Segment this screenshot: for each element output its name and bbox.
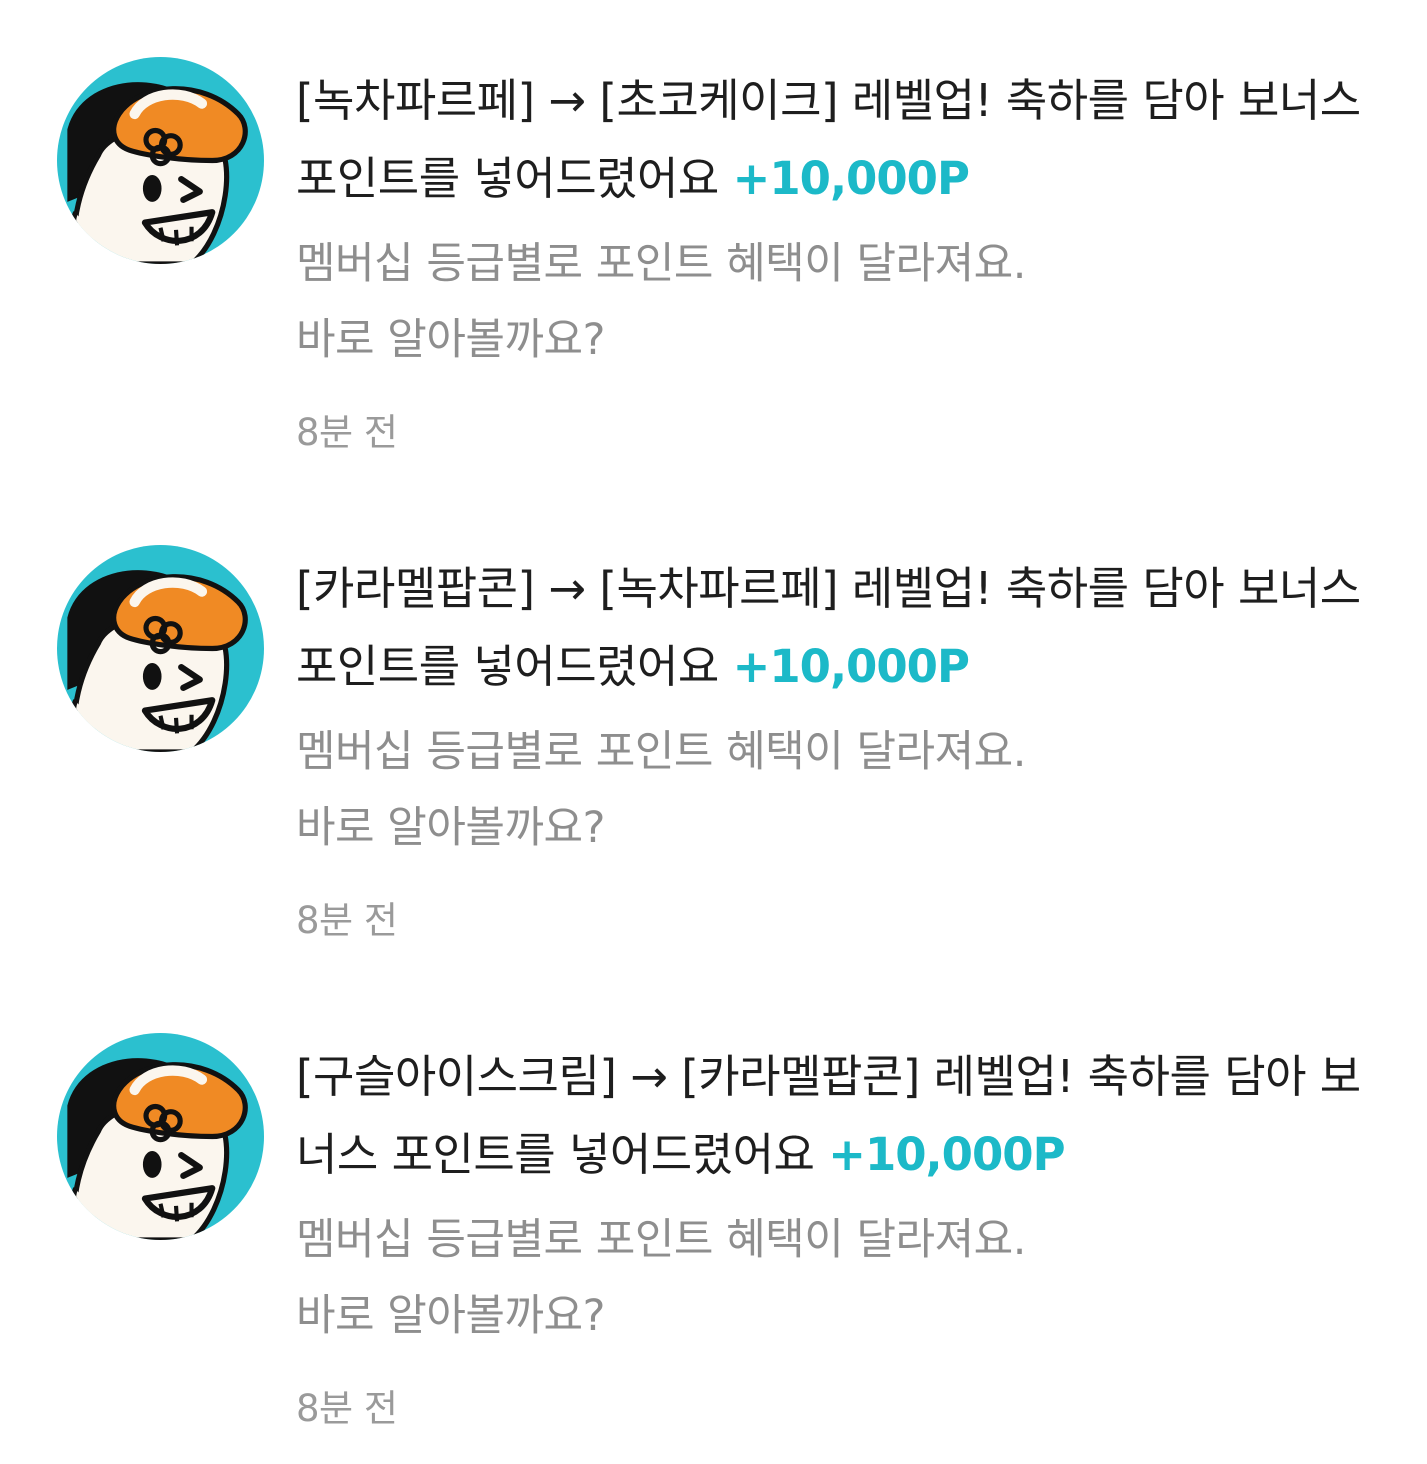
description-line-2: 바로 알아볼까요? — [296, 803, 605, 853]
notification-content: [녹차파르페] → [초코케이크] 레벨업! 축하를 담아 보너스 포인트를 넣… — [296, 62, 1376, 458]
notification-title: [카라멜팝콘] → [녹차파르페] 레벨업! 축하를 담아 보너스 포인트를 넣… — [296, 550, 1376, 706]
description-line-1: 멤버십 등급별로 포인트 혜택이 달라져요. — [296, 239, 1026, 289]
notification-time: 8분 전 — [296, 411, 398, 454]
mascot-avatar-icon — [57, 545, 264, 752]
notification-title: [구슬아이스크림] → [카라멜팝콘] 레벨업! 축하를 담아 보너스 포인트를… — [296, 1038, 1376, 1194]
description-line-1: 멤버십 등급별로 포인트 혜택이 달라져요. — [296, 727, 1026, 777]
notification-time: 8분 전 — [296, 899, 398, 942]
notification-description: 멤버십 등급별로 포인트 혜택이 달라져요. 바로 알아볼까요? — [296, 1202, 1376, 1354]
description-line-2: 바로 알아볼까요? — [296, 1291, 605, 1341]
bonus-points: +10,000P — [732, 152, 970, 205]
mascot-avatar-icon — [57, 57, 264, 264]
notification-content: [카라멜팝콘] → [녹차파르페] 레벨업! 축하를 담아 보너스 포인트를 넣… — [296, 550, 1376, 946]
notification-item[interactable]: [구슬아이스크림] → [카라멜팝콘] 레벨업! 축하를 담아 보너스 포인트를… — [0, 976, 1427, 1464]
notification-content: [구슬아이스크림] → [카라멜팝콘] 레벨업! 축하를 담아 보너스 포인트를… — [296, 1038, 1376, 1434]
notification-description: 멤버십 등급별로 포인트 혜택이 달라져요. 바로 알아볼까요? — [296, 226, 1376, 378]
description-line-1: 멤버십 등급별로 포인트 혜택이 달라져요. — [296, 1215, 1026, 1265]
notification-time: 8분 전 — [296, 1387, 398, 1430]
bonus-points: +10,000P — [828, 1128, 1065, 1181]
notification-item[interactable]: [녹차파르페] → [초코케이크] 레벨업! 축하를 담아 보너스 포인트를 넣… — [0, 0, 1427, 488]
notification-item[interactable]: [카라멜팝콘] → [녹차파르페] 레벨업! 축하를 담아 보너스 포인트를 넣… — [0, 488, 1427, 976]
description-line-2: 바로 알아볼까요? — [296, 315, 605, 365]
bonus-points: +10,000P — [732, 640, 970, 693]
mascot-avatar-icon — [57, 1033, 264, 1240]
notification-description: 멤버십 등급별로 포인트 혜택이 달라져요. 바로 알아볼까요? — [296, 714, 1376, 866]
notification-title: [녹차파르페] → [초코케이크] 레벨업! 축하를 담아 보너스 포인트를 넣… — [296, 62, 1376, 218]
